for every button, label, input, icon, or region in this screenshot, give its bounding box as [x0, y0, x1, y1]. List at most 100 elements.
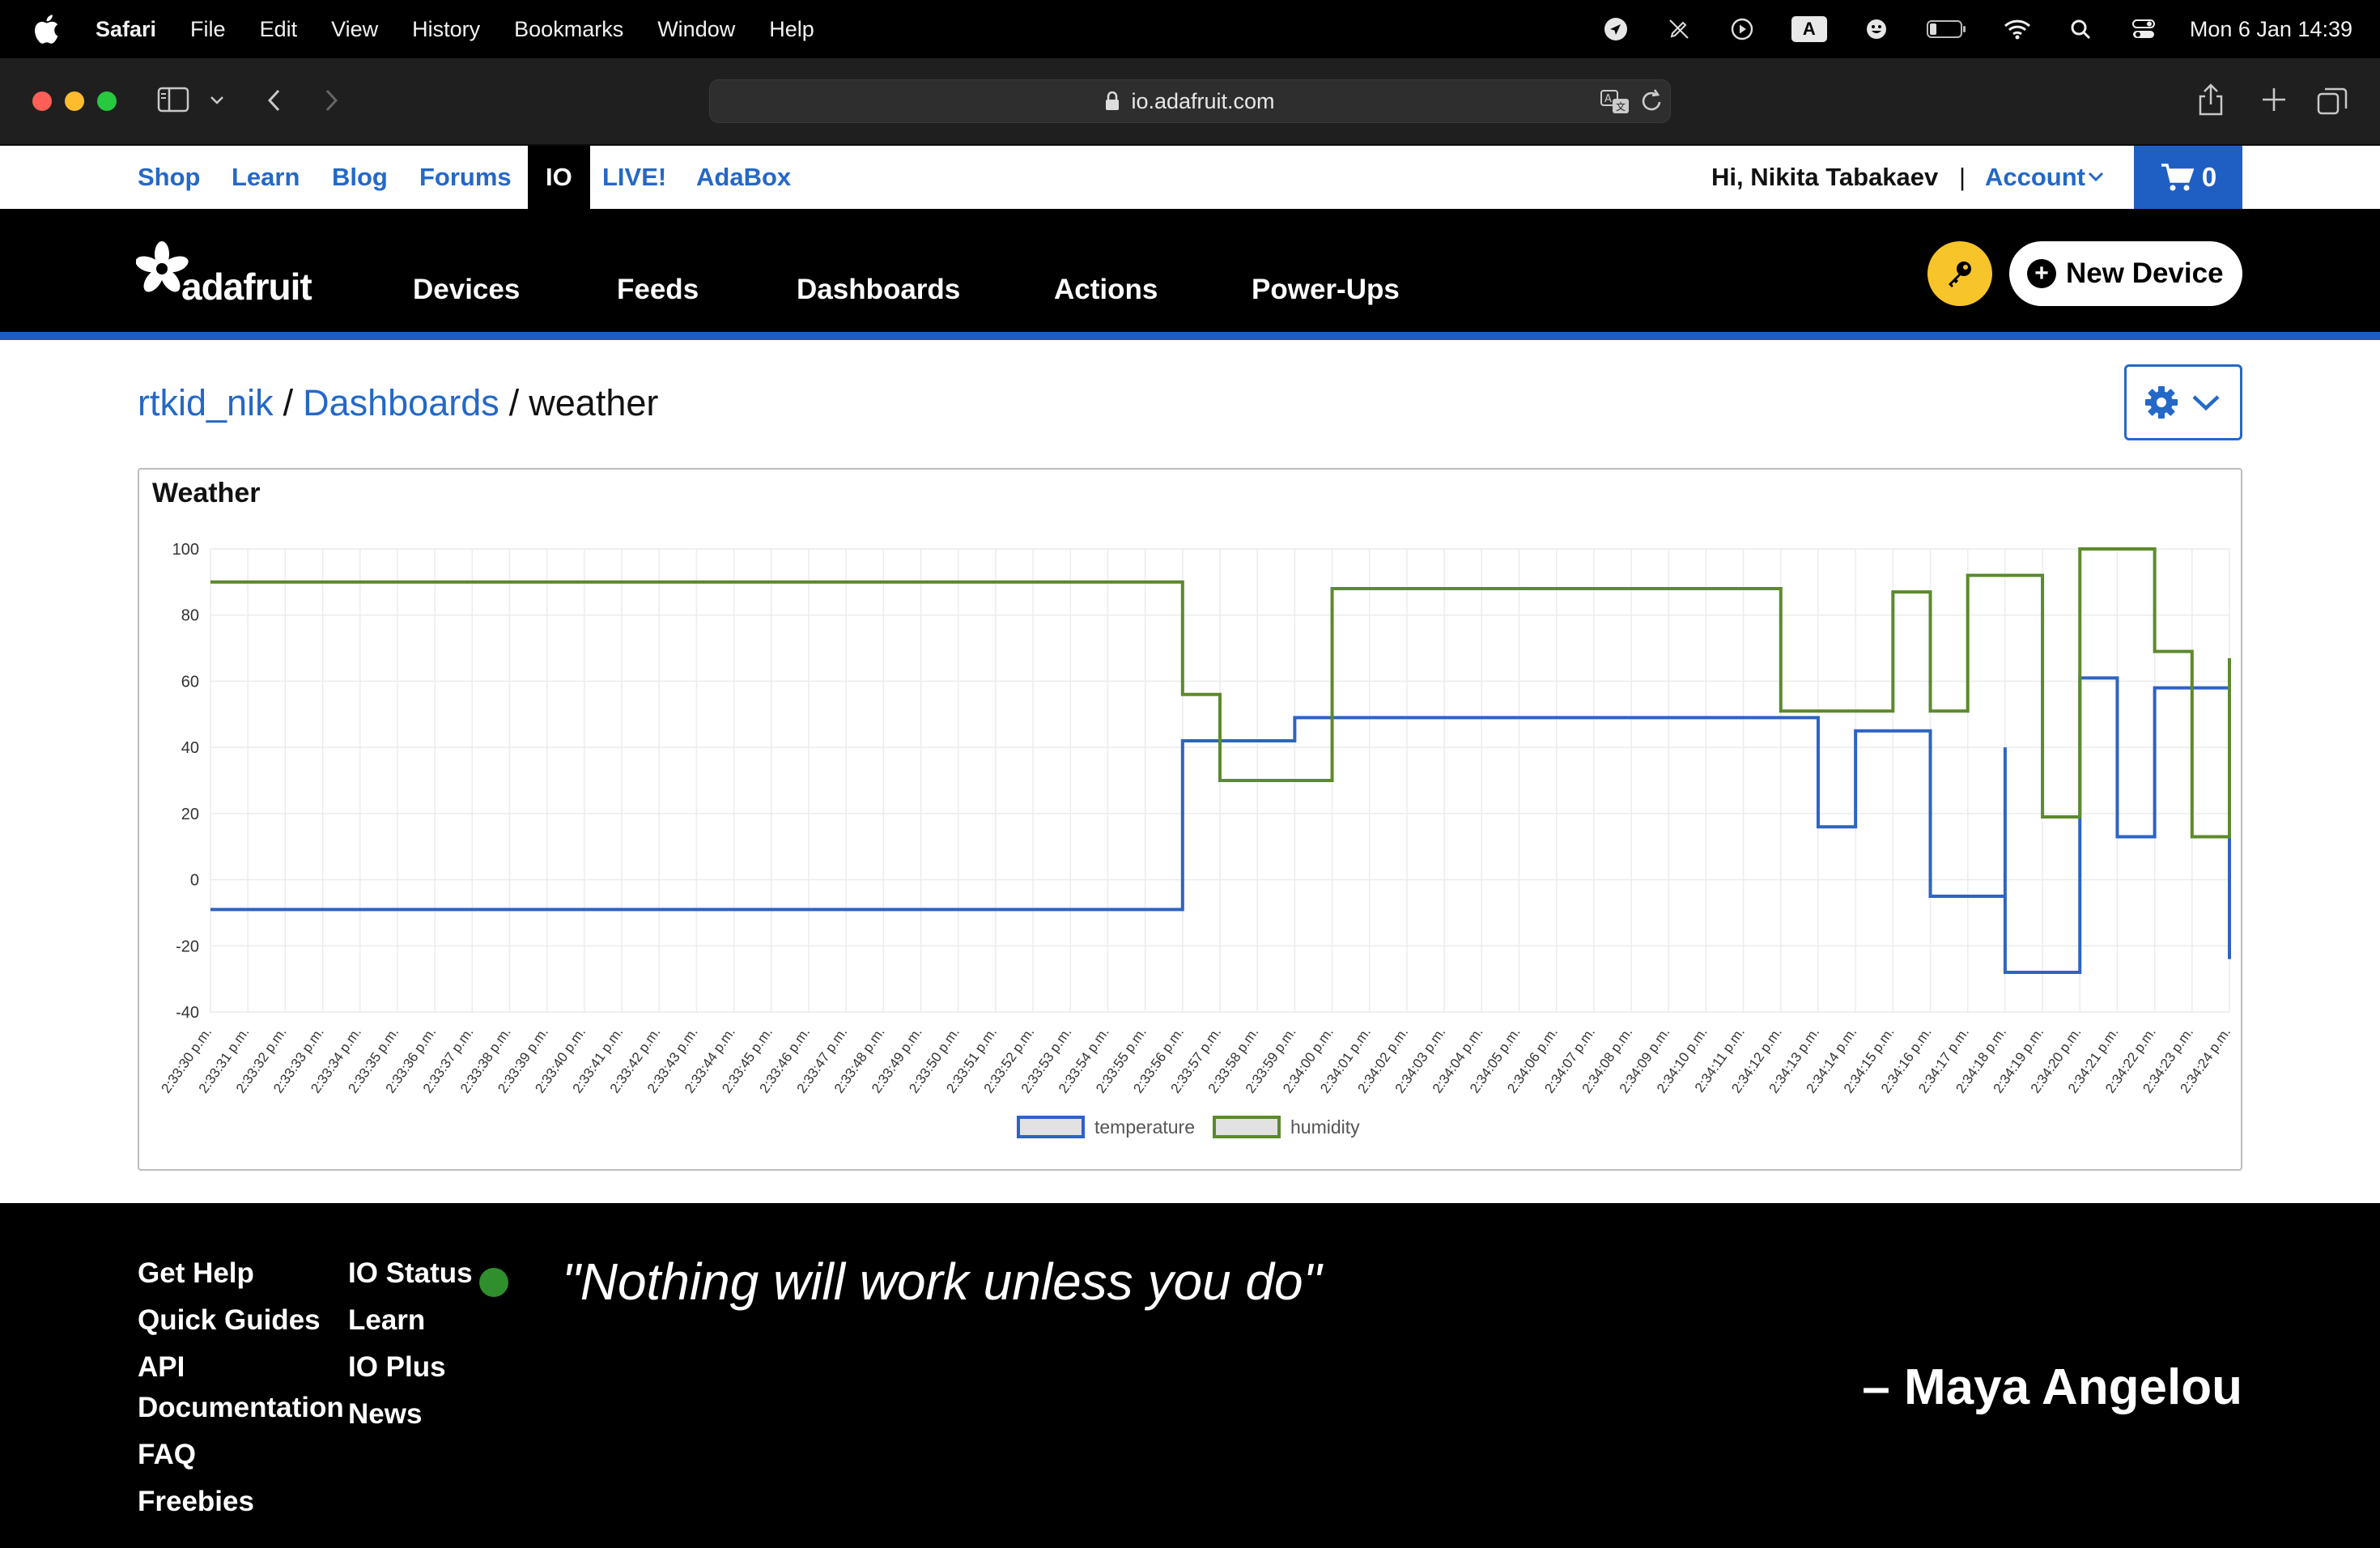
- io-nav-power-ups[interactable]: Power-Ups: [1252, 209, 1400, 332]
- new-device-label: New Device: [2066, 257, 2224, 289]
- footer-quote-author: – Maya Angelou: [1862, 1359, 2242, 1415]
- lock-icon: [1106, 91, 1120, 110]
- legend-label-humidity: humidity: [1290, 1116, 1360, 1138]
- chevron-down-icon[interactable]: [207, 91, 227, 108]
- nav-live[interactable]: LIVE!: [602, 146, 666, 209]
- svg-text:文: 文: [1616, 100, 1626, 113]
- nav-shop[interactable]: Shop: [138, 146, 201, 209]
- site-footer: Get Help Quick Guides API Documentation …: [0, 1203, 2380, 1548]
- battery-icon[interactable]: [1926, 15, 1968, 43]
- y-tick-label: 40: [181, 739, 199, 757]
- url-text: io.adafruit.com: [1131, 88, 1275, 113]
- cart-count: 0: [2201, 162, 2217, 192]
- logo-wordmark: adafruit: [181, 266, 312, 308]
- y-tick-label: -20: [176, 938, 199, 955]
- breadcrumb-current: weather: [529, 382, 659, 423]
- nav-io[interactable]: IO: [528, 146, 590, 209]
- adafruit-logo[interactable]: adafruit: [136, 240, 327, 308]
- weather-line-chart: 100806040200-20-402:33:30 p.m.2:33:31 p.…: [159, 541, 2233, 1138]
- y-tick-label: 60: [181, 673, 199, 691]
- y-tick-label: 0: [190, 872, 199, 890]
- spotlight-search-icon[interactable]: [2067, 15, 2094, 43]
- wifi-icon[interactable]: [2004, 15, 2031, 43]
- legend-label-temperature: temperature: [1094, 1116, 1195, 1138]
- menu-history[interactable]: History: [412, 17, 480, 42]
- location-arrow-icon[interactable]: [1602, 15, 1630, 43]
- forward-arrow-icon[interactable]: [321, 86, 342, 115]
- smiley-icon[interactable]: [1863, 15, 1890, 43]
- legend-swatch-temperature: [1017, 1116, 1085, 1138]
- io-nav-feeds[interactable]: Feeds: [617, 209, 699, 332]
- y-tick-label: 80: [181, 607, 199, 625]
- tab-overview-icon[interactable]: [2317, 86, 2348, 115]
- new-device-button[interactable]: + New Device: [2009, 241, 2242, 306]
- io-nav-dashboards[interactable]: Dashboards: [797, 209, 960, 332]
- key-icon: [1949, 262, 1971, 287]
- footer-news[interactable]: News: [348, 1394, 422, 1435]
- nav-adabox[interactable]: AdaBox: [696, 146, 791, 209]
- status-indicator-dot: [479, 1268, 508, 1297]
- footer-freebies[interactable]: Freebies: [138, 1482, 254, 1522]
- footer-io-status[interactable]: IO Status: [348, 1253, 473, 1294]
- menu-edit[interactable]: Edit: [260, 17, 298, 42]
- zoom-window-button[interactable]: [97, 91, 117, 111]
- io-nav-actions[interactable]: Actions: [1054, 209, 1158, 332]
- sidebar-toggle-icon[interactable]: [157, 86, 189, 113]
- y-tick-label: -40: [176, 1004, 199, 1022]
- svg-text:A: A: [1604, 93, 1612, 105]
- menu-view[interactable]: View: [331, 17, 378, 42]
- nav-learn[interactable]: Learn: [232, 146, 300, 209]
- address-bar[interactable]: io.adafruit.com: [709, 79, 1671, 123]
- translate-icon[interactable]: A文: [1600, 89, 1630, 115]
- input-source-a-icon[interactable]: A: [1791, 16, 1827, 42]
- reload-icon[interactable]: [1638, 87, 1664, 115]
- pen-off-icon[interactable]: [1665, 15, 1693, 43]
- weather-chart-block: Weather 100 80 60 40 20 0 -20 -40 2:33:30 p.m. 2:…: [138, 468, 2242, 1171]
- back-arrow-icon[interactable]: [264, 86, 285, 115]
- status-area: A Mon 6 Jan 14:39: [1566, 0, 2352, 58]
- cart-button[interactable]: 0: [2134, 146, 2242, 209]
- menu-window[interactable]: Window: [657, 17, 735, 42]
- new-tab-plus-icon[interactable]: [2260, 86, 2288, 113]
- apple-logo-icon[interactable]: [32, 14, 60, 45]
- play-circle-icon[interactable]: [1728, 15, 1756, 43]
- close-window-button[interactable]: [32, 91, 52, 111]
- nav-blog[interactable]: Blog: [332, 146, 388, 209]
- menu-file[interactable]: File: [190, 17, 226, 42]
- menu-app-name[interactable]: Safari: [96, 17, 156, 42]
- legend-swatch-humidity: [1213, 1116, 1281, 1138]
- menu-bookmarks[interactable]: Bookmarks: [514, 17, 623, 42]
- footer-faq[interactable]: FAQ: [138, 1435, 196, 1475]
- footer-io-plus[interactable]: IO Plus: [348, 1347, 446, 1388]
- footer-api-documentation[interactable]: API Documentation: [138, 1347, 346, 1428]
- menu-help[interactable]: Help: [769, 17, 814, 42]
- menu-clock[interactable]: Mon 6 Jan 14:39: [2190, 17, 2352, 42]
- input-source-letter: A: [1802, 19, 1816, 39]
- io-nav-devices[interactable]: Devices: [413, 209, 520, 332]
- macos-menu-bar: Safari File Edit View History Bookmarks …: [0, 0, 2380, 58]
- y-tick-label: 100: [172, 541, 199, 559]
- footer-learn[interactable]: Learn: [348, 1300, 425, 1341]
- chevron-down-icon: [2192, 395, 2220, 411]
- footer-get-help[interactable]: Get Help: [138, 1253, 254, 1294]
- control-center-icon[interactable]: [2130, 15, 2157, 43]
- plus-circle-icon: +: [2027, 259, 2056, 288]
- gear-icon: [2145, 386, 2178, 419]
- breadcrumb-dashboards[interactable]: Dashboards: [303, 382, 499, 424]
- share-icon[interactable]: [2197, 83, 2225, 117]
- y-tick-label: 20: [181, 806, 199, 823]
- api-key-button[interactable]: [1927, 241, 1992, 306]
- breadcrumb-separator: /: [508, 382, 520, 423]
- footer-quote: "Nothing will work unless you do": [562, 1252, 1322, 1311]
- nav-forums[interactable]: Forums: [419, 146, 512, 209]
- user-greeting: Hi, Nikita Tabakaev: [1711, 163, 1939, 191]
- dashboard-settings-button[interactable]: [2124, 364, 2242, 440]
- io-header: adafruit Devices Feeds Dashboards Action…: [0, 209, 2380, 340]
- minimize-window-button[interactable]: [65, 91, 84, 111]
- footer-quick-guides[interactable]: Quick Guides: [138, 1300, 321, 1341]
- breadcrumb-user[interactable]: rtkid_nik: [138, 382, 274, 424]
- chevron-down-icon[interactable]: [2087, 170, 2105, 183]
- shopping-cart-icon: [2161, 164, 2194, 191]
- breadcrumb-separator: /: [283, 382, 294, 423]
- account-menu[interactable]: Account: [1985, 146, 2085, 209]
